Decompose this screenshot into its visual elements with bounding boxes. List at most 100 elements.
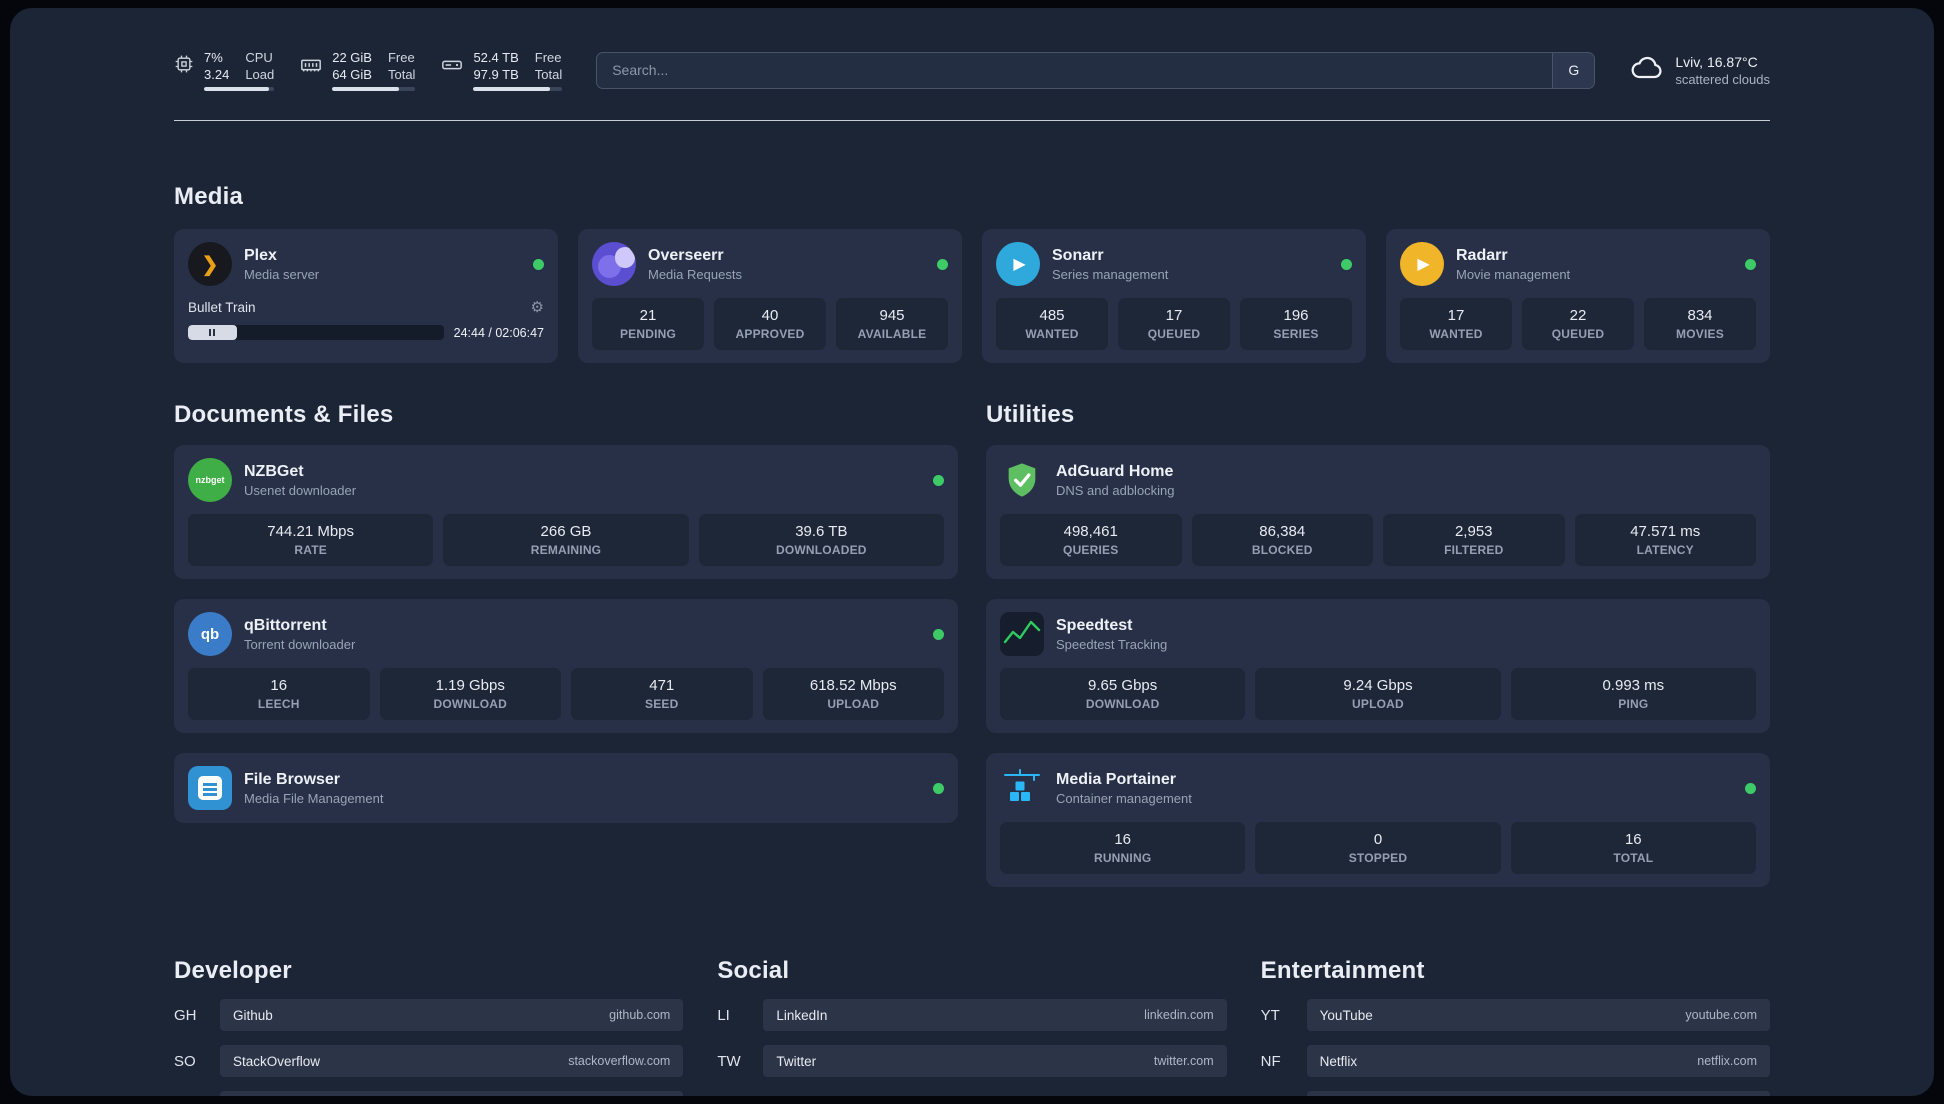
adguard-card[interactable]: AdGuard Home DNS and adblocking 498,461 … xyxy=(986,445,1770,579)
stat-approved: 40 APPROVED xyxy=(714,298,826,350)
search-bar: G xyxy=(596,51,1596,89)
status-dot xyxy=(933,474,944,486)
cpu-load-label: Load xyxy=(245,66,275,82)
memory-free-value: 22 GiB xyxy=(332,49,372,65)
bookmark-github[interactable]: GH Github github.com xyxy=(174,999,684,1031)
memory-progress-bar xyxy=(332,86,416,91)
stat-queued: 17 QUEUED xyxy=(1118,298,1230,350)
disk-widget: 52.4 TB 97.9 TB Free Total xyxy=(441,49,563,91)
memory-free-label: Free xyxy=(387,49,415,65)
bookmark-dev[interactable]: DT DEV dev.to xyxy=(174,1091,684,1096)
adguard-icon xyxy=(1000,458,1044,502)
bookmark-url: github.com xyxy=(609,1008,671,1022)
app-subtitle: Media server xyxy=(244,266,320,282)
cpu-percent: 7% xyxy=(204,49,223,65)
bookmark-name: YouTube xyxy=(1319,1007,1373,1023)
search-input[interactable] xyxy=(597,52,1553,88)
bookmark-abbr: LI xyxy=(717,1006,730,1024)
app-subtitle: Container management xyxy=(1056,790,1192,806)
search-engine-button[interactable]: G xyxy=(1552,52,1595,88)
bookmark-youtube[interactable]: YT YouTube youtube.com xyxy=(1261,999,1770,1031)
utilities-section-title: Utilities xyxy=(986,401,1075,428)
cpu-progress-bar xyxy=(204,86,275,91)
app-name: File Browser xyxy=(244,770,341,788)
bookmark-reddit[interactable]: RE Reddit reddit.com xyxy=(1261,1091,1770,1096)
app-name: Media Portainer xyxy=(1056,770,1177,788)
cpu-icon xyxy=(174,54,194,79)
stat-upload: 9.24 Gbps UPLOAD xyxy=(1255,668,1501,720)
app-subtitle: Series management xyxy=(1052,266,1169,282)
qbittorrent-card[interactable]: qb qBittorrent Torrent downloader 16 LEE… xyxy=(174,599,958,733)
app-name: Plex xyxy=(244,246,277,264)
app-name: AdGuard Home xyxy=(1056,462,1174,480)
plex-card[interactable]: ❯ Plex Media server Bullet Train ⚙ 24:44… xyxy=(174,229,558,363)
portainer-card[interactable]: Media Portainer Container management 16 … xyxy=(986,753,1770,887)
bookmark-abbr: TW xyxy=(717,1052,741,1070)
stat-downloaded: 39.6 TB DOWNLOADED xyxy=(698,514,944,566)
disk-free-label: Free xyxy=(534,49,562,65)
filebrowser-card[interactable]: File Browser Media File Management xyxy=(174,753,958,823)
stat-upload: 618.52 Mbps UPLOAD xyxy=(762,668,944,720)
plex-icon: ❯ xyxy=(188,242,232,286)
weather-location: Lviv, 16.87°C xyxy=(1675,53,1758,70)
stat-download: 1.19 Gbps DOWNLOAD xyxy=(379,668,561,720)
topbar-divider xyxy=(174,120,1770,121)
social-section-title: Social xyxy=(717,957,790,984)
playback-time: 24:44 / 02:06:47 xyxy=(453,325,544,340)
disk-icon xyxy=(441,54,463,81)
gear-icon[interactable]: ⚙ xyxy=(531,298,544,316)
dashboard-page: 7% 3.24 CPU Load 22 GiB 64 GiB Free Tota… xyxy=(10,8,1934,1096)
playback-progress-bar[interactable] xyxy=(188,325,444,340)
stat-pending: 21 PENDING xyxy=(592,298,704,350)
radarr-card[interactable]: ▶ Radarr Movie management 17 WANTED 22 Q… xyxy=(1386,229,1770,363)
nzbget-card[interactable]: nzbget NZBGet Usenet downloader 744.21 M… xyxy=(174,445,958,579)
top-bar: 7% 3.24 CPU Load 22 GiB 64 GiB Free Tota… xyxy=(174,46,1770,94)
stat-queued: 22 QUEUED xyxy=(1522,298,1634,350)
speedtest-icon xyxy=(1000,612,1044,656)
bookmark-twitter[interactable]: TW Twitter twitter.com xyxy=(717,1045,1227,1077)
developer-group: Developer GH Github github.com SO StackO… xyxy=(174,957,684,1096)
bookmark-name: LinkedIn xyxy=(776,1007,828,1023)
bookmark-name: StackOverflow xyxy=(233,1053,321,1069)
filebrowser-icon xyxy=(188,766,232,810)
app-name: Radarr xyxy=(1456,246,1508,264)
app-subtitle: DNS and adblocking xyxy=(1056,482,1175,498)
social-group: Social LI LinkedIn linkedin.com TW Twitt… xyxy=(717,957,1227,1096)
nzbget-icon: nzbget xyxy=(188,458,232,502)
stat-movies: 834 MOVIES xyxy=(1644,298,1756,350)
overseerr-card[interactable]: Overseerr Media Requests 21 PENDING 40 A… xyxy=(578,229,962,363)
radarr-icon: ▶ xyxy=(1400,242,1444,286)
sonarr-icon: ▶ xyxy=(996,242,1040,286)
app-name: Sonarr xyxy=(1052,246,1104,264)
stat-seed: 471 SEED xyxy=(571,668,753,720)
stat-leech: 16 LEECH xyxy=(188,668,370,720)
memory-icon xyxy=(300,54,322,81)
stat-available: 945 AVAILABLE xyxy=(836,298,948,350)
documents-column: Documents & Files nzbget NZBGet Usenet d… xyxy=(174,401,958,887)
status-dot xyxy=(1745,258,1756,270)
stat-latency: 47.571 ms LATENCY xyxy=(1574,514,1756,566)
bookmark-stackoverflow[interactable]: SO StackOverflow stackoverflow.com xyxy=(174,1045,684,1077)
speedtest-card[interactable]: Speedtest Speedtest Tracking 9.65 Gbps D… xyxy=(986,599,1770,733)
entertainment-section-title: Entertainment xyxy=(1260,957,1425,984)
app-subtitle: Usenet downloader xyxy=(244,482,357,498)
bookmark-name: Netflix xyxy=(1319,1053,1358,1069)
media-section-title: Media xyxy=(174,183,244,210)
bookmark-abbr: YT xyxy=(1260,1006,1280,1024)
media-section: Media ❯ Plex Media server Bullet Train ⚙ xyxy=(174,183,1770,363)
disk-progress-bar xyxy=(473,86,563,91)
stat-series: 196 SERIES xyxy=(1240,298,1352,350)
sonarr-card[interactable]: ▶ Sonarr Series management 485 WANTED 17 xyxy=(982,229,1366,363)
bookmark-url: linkedin.com xyxy=(1144,1008,1214,1022)
bookmark-linkedin[interactable]: LI LinkedIn linkedin.com xyxy=(717,999,1227,1031)
pause-icon[interactable] xyxy=(188,325,237,340)
app-name: Overseerr xyxy=(648,246,724,264)
now-playing-title: Bullet Train xyxy=(188,299,256,315)
stat-remaining: 266 GB REMAINING xyxy=(443,514,689,566)
status-dot xyxy=(933,782,944,794)
stat-blocked: 86,384 BLOCKED xyxy=(1191,514,1373,566)
memory-total-value: 64 GiB xyxy=(332,66,372,82)
bookmark-netflix[interactable]: NF Netflix netflix.com xyxy=(1261,1045,1770,1077)
cpu-widget: 7% 3.24 CPU Load xyxy=(174,49,275,91)
status-dot xyxy=(1341,258,1352,270)
